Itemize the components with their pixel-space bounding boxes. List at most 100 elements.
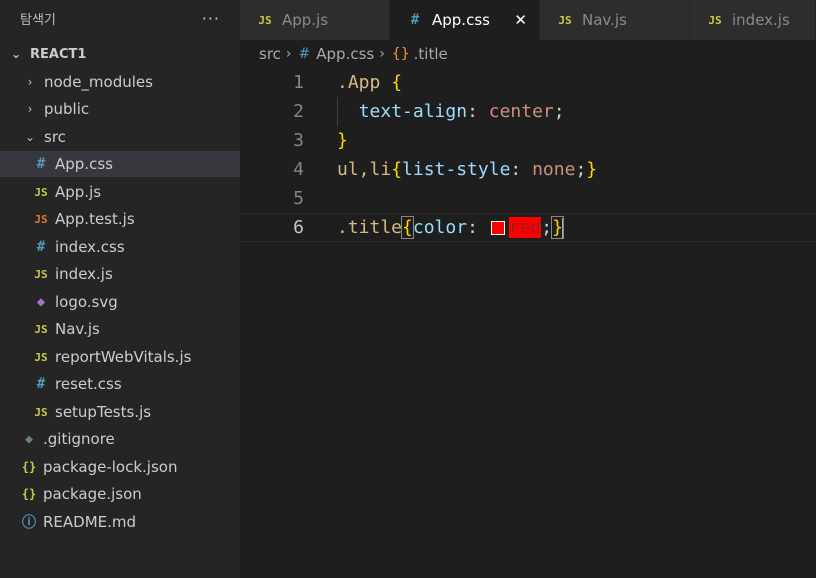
open-brace: { [391,159,403,180]
tree-item-label: .gitignore [43,430,115,448]
js-file-icon: JS [708,13,722,27]
tab-label: index.js [732,11,790,29]
line-number: 4 [293,159,304,180]
tree-item-reset-css[interactable]: # reset.css [0,371,240,397]
js-file-icon: JS [34,185,48,199]
tree-item-node-modules[interactable]: › node_modules [0,69,240,95]
tree-item-app-js[interactable]: JS App.js [0,179,240,205]
chevron-right-icon: › [27,75,33,89]
close-brace: } [586,159,598,180]
colon: : [467,101,478,122]
tab-label: Nav.js [582,11,627,29]
open-brace: { [401,216,414,239]
tree-item-package-lock-json[interactable]: {} package-lock.json [0,454,240,480]
tree-item-label: node_modules [44,73,153,91]
css-property: list-style [402,159,511,180]
tab-app-js[interactable]: JS App.js [240,0,390,40]
code-text: text-align: center; [337,101,565,122]
text-cursor [561,218,564,238]
css-selector: .title [337,217,403,238]
tree-item-label: setupTests.js [55,403,152,421]
explorer-root-folder[interactable]: ⌄ REACT1 [0,41,240,67]
tree-item-app-css[interactable]: # App.css [0,151,240,177]
test-js-file-icon: JS [34,212,48,226]
semicolon: ; [575,159,587,180]
js-file-icon: JS [558,13,572,27]
tree-item-nav-js[interactable]: JS Nav.js [0,316,240,342]
breadcrumb-file[interactable]: App.css [316,45,374,63]
tab-index-js[interactable]: JS index.js [690,0,816,40]
code-text: ul,li{list-style: none;} [337,159,597,180]
code-text: .title{color: red;} [337,216,564,239]
css-value: red [508,217,542,238]
tree-item-gitignore[interactable]: ◆ .gitignore [0,426,240,452]
tab-label: App.js [282,11,329,29]
close-icon[interactable]: ✕ [514,11,527,29]
tab-nav-js[interactable]: JS Nav.js [540,0,690,40]
css-value: none [532,159,576,180]
line-number: 5 [293,188,304,209]
code-line-2[interactable]: 2 text-align: center; [240,97,816,126]
chevron-right-icon: › [285,46,292,62]
tree-item-label: App.js [55,183,102,201]
info-icon: ⓘ [22,515,36,531]
js-file-icon: JS [34,267,48,281]
tree-item-label: public [44,100,90,118]
close-brace: } [337,130,348,151]
chevron-down-icon: ⌄ [10,47,22,61]
editor-tab-bar: JS App.js # App.css ✕ JS Nav.js JS index… [240,0,816,40]
code-text: } [337,130,348,151]
tree-item-package-json[interactable]: {} package.json [0,481,240,507]
git-file-icon: ◆ [25,431,33,447]
chevron-right-icon: › [379,46,385,62]
code-line-6[interactable]: 6 .title{color: red;} [240,213,816,242]
color-swatch[interactable] [490,221,505,235]
css-selector: .App [337,72,381,93]
json-file-icon: {} [21,460,37,474]
explorer-sidebar: 탐색기 ··· ⌄ REACT1 › node_modules › public… [0,0,240,578]
tree-item-setup-tests-js[interactable]: JS setupTests.js [0,399,240,425]
css-file-icon: # [36,376,46,392]
line-number: 3 [293,130,304,151]
semicolon: ; [553,101,565,122]
breadcrumb-folder[interactable]: src [259,45,281,63]
tree-item-label: reportWebVitals.js [55,348,192,366]
tab-label: App.css [432,11,490,29]
tree-item-index-css[interactable]: # index.css [0,234,240,260]
css-value: center [488,101,554,122]
tree-item-logo-svg[interactable]: ◆ logo.svg [0,289,240,315]
css-file-icon: # [36,156,46,172]
svg-file-icon: ◆ [36,294,46,310]
js-file-icon: JS [34,405,48,419]
tree-item-report-web-vitals-js[interactable]: JS reportWebVitals.js [0,344,240,370]
code-line-1[interactable]: 1 .App { [240,68,816,97]
tree-item-label: package.json [43,485,142,503]
code-line-3[interactable]: 3 } [240,126,816,155]
tab-app-css[interactable]: # App.css ✕ [390,0,540,40]
code-line-4[interactable]: 4 ul,li{list-style: none;} [240,155,816,184]
tree-item-readme-md[interactable]: ⓘ README.md [0,509,240,535]
breadcrumb-symbol[interactable]: .title [414,45,448,63]
css-file-icon: # [410,12,420,28]
colon: : [510,159,522,180]
more-actions-icon[interactable]: ··· [202,9,220,28]
tree-item-src[interactable]: ⌄ src [0,124,240,150]
line-number: 1 [293,72,304,93]
css-selector: ul,li [337,159,392,180]
open-brace: { [391,72,403,93]
line-number: 6 [293,217,304,238]
tree-item-label: Nav.js [55,320,100,338]
tree-item-index-js[interactable]: JS index.js [0,261,240,287]
css-property: text-align [358,101,468,122]
chevron-right-icon: › [27,102,33,116]
line-number: 2 [293,101,304,122]
tree-item-public[interactable]: › public [0,96,240,122]
tree-item-label: logo.svg [55,293,118,311]
chevron-down-icon: ⌄ [24,130,36,144]
code-editor[interactable]: 1 .App { 2 text-align: center; 3 } 4 ul,… [240,68,816,578]
tree-item-label: index.css [55,238,125,256]
tree-item-app-test-js[interactable]: JS App.test.js [0,206,240,232]
code-line-5[interactable]: 5 [240,184,816,213]
code-text: .App { [337,72,402,93]
css-file-icon: # [298,46,311,62]
